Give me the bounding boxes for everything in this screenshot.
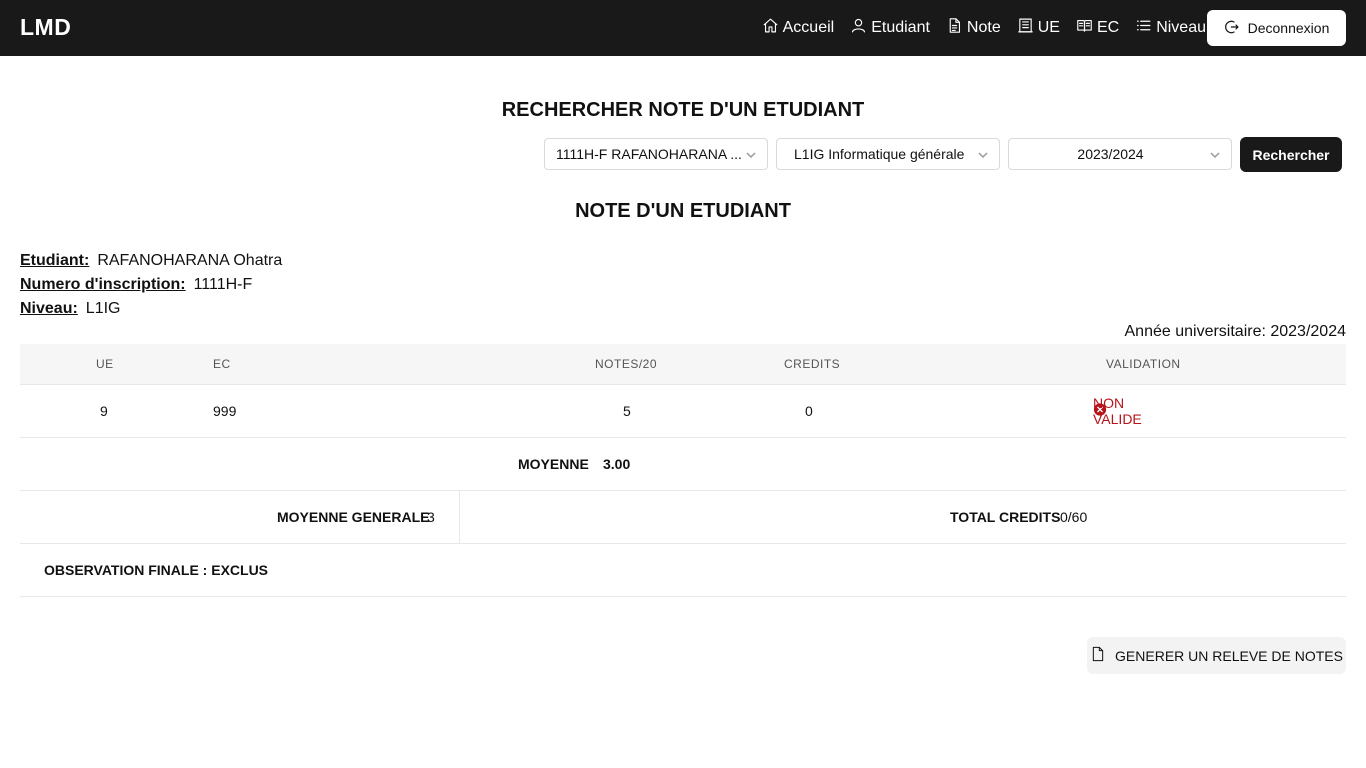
logout-label: Deconnexion bbox=[1247, 20, 1330, 36]
nav-label: Niveau bbox=[1156, 19, 1206, 36]
nav-label: Etudiant bbox=[871, 19, 930, 36]
building-icon bbox=[1017, 17, 1034, 39]
level-select-value: L1IG Informatique générale bbox=[794, 146, 965, 162]
final-observation: OBSERVATION FINALE : EXCLUS bbox=[44, 562, 269, 578]
average-row: MOYENNE 3.00 bbox=[20, 438, 1346, 491]
top-navbar: LMD Accueil Etudiant Note UE EC Niveau D… bbox=[0, 0, 1366, 56]
academic-year: Année universitaire: 2023/2024 bbox=[1124, 323, 1347, 340]
brand-logo[interactable]: LMD bbox=[20, 14, 71, 41]
list-icon bbox=[1135, 17, 1152, 39]
generate-label: GENERER UN RELEVE DE NOTES bbox=[1115, 647, 1343, 664]
cell-notes: 5 bbox=[623, 403, 631, 419]
search-button[interactable]: Rechercher bbox=[1240, 137, 1342, 172]
table-header: UE EC NOTES/20 CREDITS VALIDATION bbox=[20, 344, 1346, 385]
logout-icon bbox=[1224, 19, 1240, 38]
student-select[interactable]: 1111H-F RAFANOHARANA ... bbox=[544, 138, 768, 170]
average-label: MOYENNE bbox=[518, 456, 589, 472]
header-ue: UE bbox=[96, 357, 114, 371]
book-icon bbox=[1076, 17, 1093, 39]
chevron-down-icon bbox=[745, 148, 757, 160]
header-ec: EC bbox=[213, 357, 231, 371]
level-select[interactable]: L1IG Informatique générale bbox=[776, 138, 1000, 170]
nav-label: Accueil bbox=[782, 19, 835, 36]
nav-item-ue[interactable]: UE bbox=[1017, 17, 1060, 39]
student-value: RAFANOHARANA Ohatra bbox=[97, 252, 283, 269]
header-validation: VALIDATION bbox=[1106, 357, 1181, 371]
user-icon bbox=[850, 17, 867, 39]
cell-credits: 0 bbox=[805, 403, 813, 419]
total-credits-cell: TOTAL CREDITS 0/60 bbox=[460, 491, 1346, 543]
student-select-value: 1111H-F RAFANOHARANA ... bbox=[556, 146, 742, 162]
inscription-label: Numero d'inscription: bbox=[20, 276, 186, 293]
average-value: 3.00 bbox=[603, 456, 631, 472]
year-select[interactable]: 2023/2024 bbox=[1008, 138, 1232, 170]
header-notes: NOTES/20 bbox=[595, 357, 658, 371]
level-info: Niveau: L1IG bbox=[20, 300, 120, 318]
generate-transcript-button[interactable]: GENERER UN RELEVE DE NOTES bbox=[1087, 637, 1346, 674]
nav-item-ec[interactable]: EC bbox=[1076, 17, 1119, 39]
nav-label: EC bbox=[1096, 19, 1120, 36]
general-row: MOYENNE GENERALE 3 TOTAL CREDITS 0/60 bbox=[20, 491, 1346, 544]
cell-ec: 999 bbox=[213, 403, 237, 419]
level-label: Niveau: bbox=[20, 300, 78, 317]
grades-table: UE EC NOTES/20 CREDITS VALIDATION 9 999 … bbox=[20, 344, 1346, 597]
level-value: L1IG bbox=[85, 300, 121, 317]
table-row: 9 999 5 0 NON VALIDE bbox=[20, 385, 1346, 438]
nav-item-niveau[interactable]: Niveau bbox=[1135, 17, 1206, 39]
year-select-value: 2023/2024 bbox=[1077, 146, 1144, 162]
nav-label: Note bbox=[966, 19, 1001, 36]
home-icon bbox=[762, 17, 779, 39]
nav-item-note[interactable]: Note bbox=[946, 17, 1001, 39]
header-credits: CREDITS bbox=[784, 357, 841, 371]
cell-ue: 9 bbox=[100, 403, 108, 419]
logout-button[interactable]: Deconnexion bbox=[1207, 10, 1346, 46]
document-icon bbox=[946, 17, 963, 39]
student-label: Etudiant: bbox=[20, 252, 90, 269]
general-average-cell: MOYENNE GENERALE 3 bbox=[20, 491, 460, 543]
nav-label: UE bbox=[1037, 19, 1060, 36]
note-title: NOTE D'UN ETUDIANT bbox=[575, 200, 791, 222]
inscription-info: Numero d'inscription: 1111H-F bbox=[20, 276, 252, 294]
general-average-value: 3 bbox=[427, 509, 435, 525]
nav-item-etudiant[interactable]: Etudiant bbox=[850, 17, 930, 39]
nav-links: Accueil Etudiant Note UE EC Niveau bbox=[762, 0, 1206, 56]
chevron-down-icon bbox=[977, 148, 989, 160]
total-credits-label: TOTAL CREDITS bbox=[950, 509, 1061, 525]
student-info: Etudiant: RAFANOHARANA Ohatra bbox=[20, 252, 282, 270]
general-average-label: MOYENNE GENERALE bbox=[277, 509, 430, 525]
inscription-value: 1111H-F bbox=[193, 276, 253, 293]
total-credits-value: 0/60 bbox=[1060, 509, 1088, 525]
nav-item-accueil[interactable]: Accueil bbox=[762, 17, 835, 39]
search-title: RECHERCHER NOTE D'UN ETUDIANT bbox=[501, 99, 865, 121]
document-icon bbox=[1090, 646, 1106, 665]
validation-status: NON VALIDE bbox=[1093, 395, 1142, 427]
chevron-down-icon bbox=[1209, 148, 1221, 160]
observation-row: OBSERVATION FINALE : EXCLUS bbox=[20, 544, 1346, 597]
